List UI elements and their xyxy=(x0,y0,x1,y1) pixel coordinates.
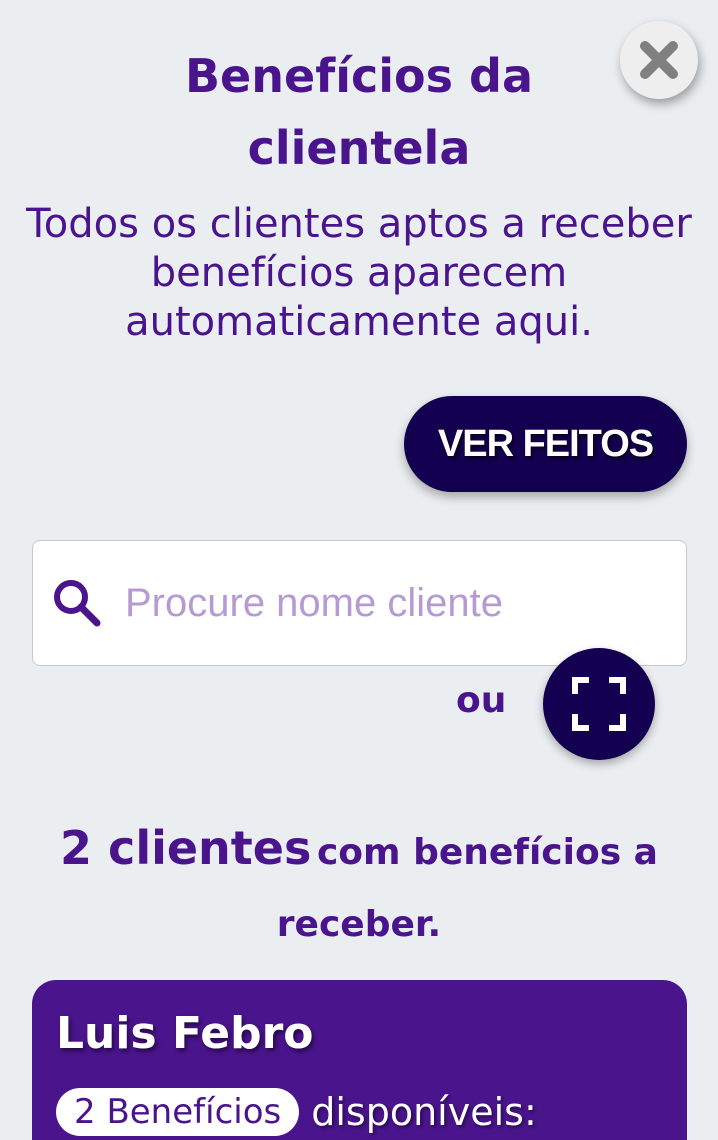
benefits-badge: 2 Benefícios xyxy=(56,1088,300,1136)
page-title: Benefícios da clientela xyxy=(185,49,533,175)
clients-count-summary: 2 clientes com benefícios a receber. xyxy=(30,815,688,964)
search-field[interactable] xyxy=(32,540,687,666)
search-icon xyxy=(49,575,105,631)
close-button[interactable] xyxy=(620,21,698,99)
scan-icon xyxy=(572,677,626,731)
clients-count: 2 clientes xyxy=(60,821,312,875)
close-icon xyxy=(640,41,678,79)
ver-feitos-button[interactable]: VER FEITOS xyxy=(404,396,687,492)
client-card[interactable]: Luis Febro 2 Benefícios disponíveis: xyxy=(32,980,687,1140)
clients-count-rest: com benefícios a receber. xyxy=(276,832,658,945)
search-input[interactable] xyxy=(123,579,667,627)
client-name: Luis Febro xyxy=(56,1008,314,1059)
benefits-suffix: disponíveis: xyxy=(311,1090,537,1134)
or-label: ou xyxy=(456,680,507,721)
benefits-row: 2 Benefícios disponíveis: xyxy=(56,1088,537,1136)
page-subtitle: Todos os clientes aptos a receber benefí… xyxy=(26,201,692,345)
scan-qr-button[interactable] xyxy=(543,648,655,760)
